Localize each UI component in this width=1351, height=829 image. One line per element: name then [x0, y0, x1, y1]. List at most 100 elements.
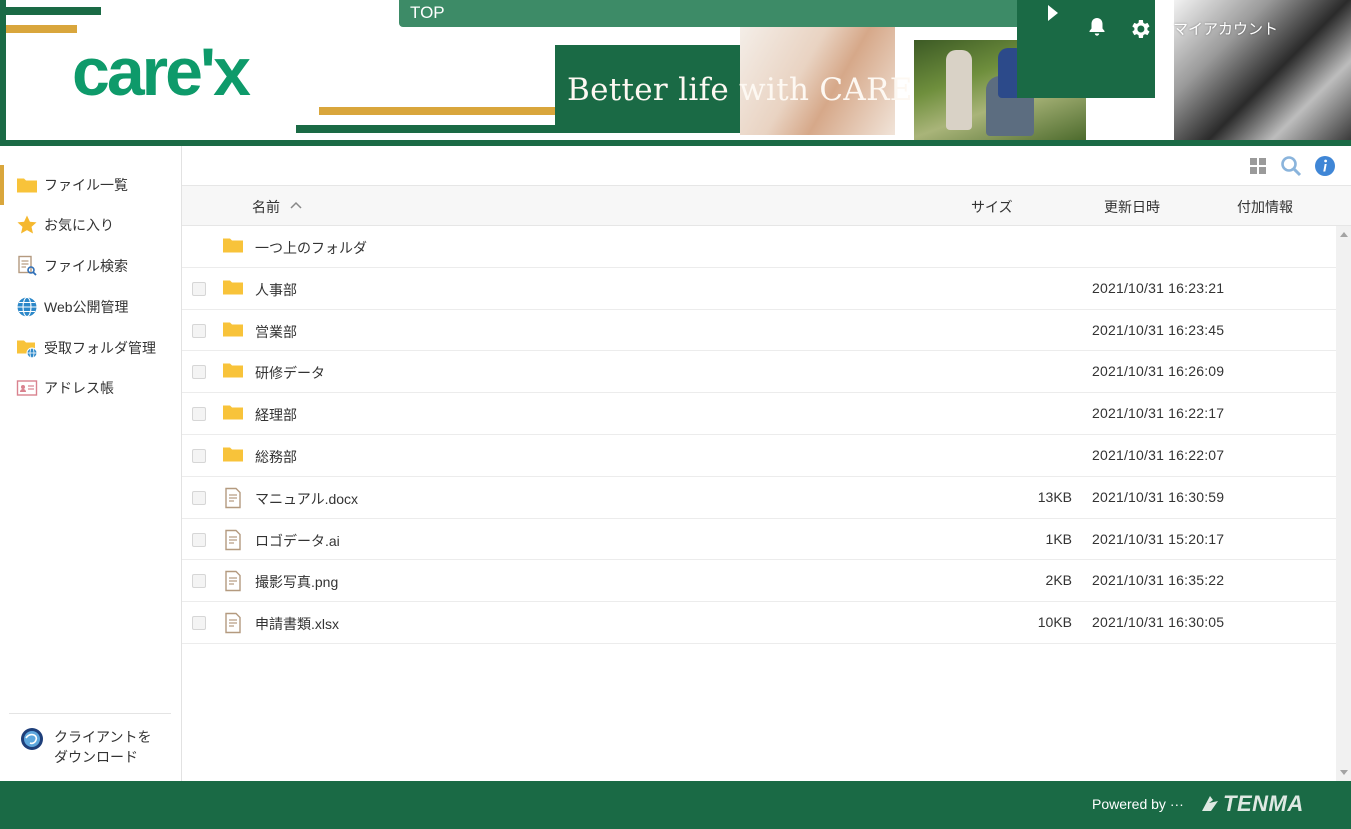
- row-modified: 2021/10/31 16:30:05: [1092, 614, 1225, 631]
- client-download-label: クライアントを ダウンロード: [54, 729, 152, 765]
- header-decor-bar: [6, 25, 77, 33]
- address-book-icon: [16, 377, 38, 399]
- row-name[interactable]: ロゴデータ.ai: [255, 531, 340, 551]
- client-download-icon: [20, 727, 44, 755]
- row-size: 13KB: [1037, 488, 1072, 505]
- my-account-link[interactable]: マイアカウント: [1173, 18, 1278, 39]
- gear-icon[interactable]: [1128, 17, 1152, 41]
- document-icon: [222, 487, 244, 509]
- row-modified: 2021/10/31 16:23:21: [1092, 279, 1225, 296]
- row-checkbox[interactable]: [192, 365, 206, 380]
- app-footer: Powered by ··· TENMA: [0, 781, 1351, 829]
- info-icon[interactable]: [1314, 155, 1336, 177]
- row-name[interactable]: 人事部: [255, 280, 297, 300]
- bell-icon[interactable]: [1085, 15, 1109, 39]
- receive-folder-icon: [16, 337, 38, 359]
- row-name[interactable]: 総務部: [255, 447, 297, 467]
- row-size: 1KB: [1045, 530, 1072, 547]
- globe-icon: [16, 296, 38, 318]
- row-name[interactable]: 研修データ: [255, 363, 325, 383]
- folder-icon: [222, 320, 244, 342]
- header-frame-left: [0, 0, 6, 146]
- sidebar-item-label: Web公開管理: [44, 299, 129, 315]
- carex-logo[interactable]: care'x: [72, 38, 251, 106]
- row-name[interactable]: 申請書類.xlsx: [255, 614, 339, 634]
- file-row[interactable]: 申請書類.xlsx 10KB 2021/10/31 16:30:05: [182, 602, 1336, 644]
- sidebar-divider: [9, 713, 171, 714]
- row-modified: 2021/10/31 16:26:09: [1092, 363, 1225, 380]
- row-checkbox[interactable]: [192, 407, 206, 422]
- row-checkbox[interactable]: [192, 532, 206, 547]
- column-header-name[interactable]: 名前: [252, 197, 280, 217]
- row-checkbox[interactable]: [192, 490, 206, 505]
- sidebar-item-label: ファイル一覧: [44, 177, 128, 193]
- sidebar-item-web-publish[interactable]: Web公開管理: [0, 287, 181, 327]
- file-search-icon: [16, 255, 38, 277]
- folder-row[interactable]: 経理部 2021/10/31 16:22:17: [182, 393, 1336, 435]
- file-row[interactable]: 撮影写真.png 2KB 2021/10/31 16:35:22: [182, 560, 1336, 603]
- row-modified: 2021/10/31 16:22:07: [1092, 447, 1225, 463]
- powered-by-label: Powered by ···: [1092, 796, 1184, 812]
- folder-row[interactable]: 研修データ 2021/10/31 16:26:09: [182, 351, 1336, 394]
- folder-icon: [222, 403, 244, 425]
- folder-row[interactable]: 人事部 2021/10/31 16:23:21: [182, 268, 1336, 310]
- sidebar-item-address-book[interactable]: アドレス帳: [0, 368, 181, 408]
- row-checkbox[interactable]: [192, 281, 206, 296]
- sidebar-item-label: お気に入り: [44, 217, 114, 233]
- sidebar-item-label: ファイル検索: [44, 258, 128, 274]
- parent-folder-label: 一つ上のフォルダ: [255, 240, 367, 256]
- folder-icon: [222, 236, 244, 258]
- sidebar-item-file-list[interactable]: ファイル一覧: [0, 165, 181, 205]
- folder-row[interactable]: 総務部 2021/10/31 16:22:07: [182, 435, 1336, 477]
- row-modified: 2021/10/31 16:30:59: [1092, 488, 1225, 505]
- row-checkbox[interactable]: [192, 323, 206, 338]
- row-name[interactable]: 撮影写真.png: [255, 572, 338, 592]
- vertical-scrollbar[interactable]: [1336, 226, 1351, 781]
- column-header-modified[interactable]: 更新日時: [1104, 197, 1160, 217]
- folder-icon: [222, 278, 244, 300]
- grid-view-icon[interactable]: [1247, 155, 1269, 177]
- sidebar-item-receive-folder[interactable]: 受取フォルダ管理: [0, 328, 181, 368]
- file-row[interactable]: ロゴデータ.ai 1KB 2021/10/31 15:20:17: [182, 519, 1336, 561]
- folder-row[interactable]: 営業部 2021/10/31 16:23:45: [182, 310, 1336, 352]
- star-icon: [16, 214, 38, 236]
- parent-folder-row[interactable]: 一つ上のフォルダ: [182, 226, 1336, 268]
- folder-icon: [222, 445, 244, 467]
- top-link-bar[interactable]: TOP: [399, 0, 1019, 27]
- row-size: 2KB: [1045, 572, 1072, 589]
- row-checkbox[interactable]: [192, 616, 206, 631]
- header-decor-bar: [319, 107, 555, 115]
- sidebar-item-label: 受取フォルダ管理: [44, 340, 156, 356]
- sidebar-item-favorites[interactable]: お気に入り: [0, 205, 181, 245]
- row-modified: 2021/10/31 15:20:17: [1092, 530, 1225, 547]
- scroll-up-icon[interactable]: [1340, 232, 1348, 237]
- sort-ascending-icon[interactable]: [290, 197, 302, 209]
- header-decor-bar: [6, 7, 101, 15]
- sidebar-item-label: アドレス帳: [44, 380, 114, 396]
- row-modified: 2021/10/31 16:23:45: [1092, 321, 1225, 338]
- file-list: 一つ上のフォルダ 人事部 2021/10/31 16:23:21 営業部 2021/1…: [182, 226, 1336, 781]
- row-name[interactable]: 経理部: [255, 405, 297, 425]
- row-modified: 2021/10/31 16:35:22: [1092, 572, 1225, 589]
- file-row[interactable]: マニュアル.docx 13KB 2021/10/31 16:30:59: [182, 477, 1336, 519]
- row-checkbox[interactable]: [192, 449, 206, 463]
- sidebar-item-file-search[interactable]: ファイル検索: [0, 246, 181, 286]
- row-name[interactable]: 営業部: [255, 322, 297, 342]
- row-modified: 2021/10/31 16:22:17: [1092, 405, 1225, 422]
- column-header-size[interactable]: サイズ: [971, 197, 1013, 217]
- row-name[interactable]: マニュアル.docx: [255, 489, 358, 509]
- document-icon: [222, 529, 244, 551]
- play-icon[interactable]: [1046, 4, 1060, 22]
- search-icon[interactable]: [1280, 155, 1302, 177]
- column-header-extra[interactable]: 付加情報: [1237, 197, 1293, 217]
- scroll-down-icon[interactable]: [1340, 770, 1348, 775]
- header-decor-bar: [296, 125, 555, 133]
- app-header: care'x TOP Better life with CARE マイアカウント: [0, 0, 1351, 146]
- file-browser: 名前 サイズ 更新日時 付加情報 一つ上のフォルダ 人事部 2021/10/31 …: [182, 146, 1351, 781]
- document-icon: [222, 612, 244, 634]
- client-download-button[interactable]: クライアントを ダウンロード: [20, 727, 164, 767]
- slogan-text: Better life with CARE: [567, 72, 913, 108]
- document-icon: [222, 570, 244, 592]
- folder-icon: [222, 361, 244, 383]
- row-checkbox[interactable]: [192, 574, 206, 589]
